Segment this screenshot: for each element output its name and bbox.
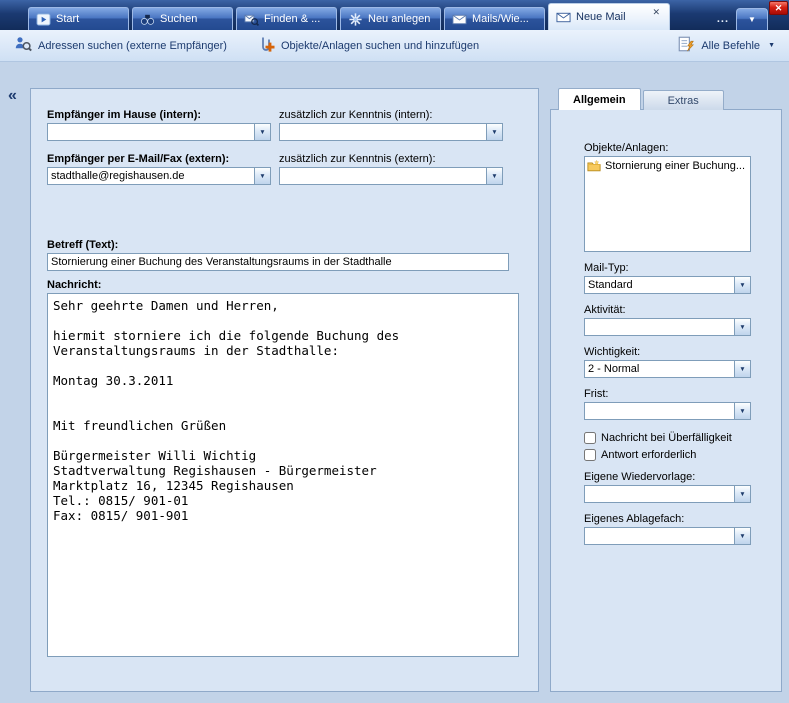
- overdue-checkbox-row[interactable]: Nachricht bei Überfälligkeit: [584, 432, 751, 444]
- dropdown-arrow-icon[interactable]: [734, 486, 750, 502]
- recipient-external-label: Empfänger per E-Mail/Fax (extern):: [47, 153, 271, 165]
- start-icon: [36, 12, 51, 27]
- followup-label: Eigene Wiedervorlage:: [584, 471, 751, 483]
- attachment-name: Stornierung einer Buchung...: [605, 160, 745, 172]
- cc-external-label: zusätzlich zur Kenntnis (extern):: [279, 153, 503, 165]
- side-tab-label: Extras: [668, 95, 699, 107]
- side-tab-bar: Allgemein Extras: [558, 88, 726, 110]
- command-toolbar: Adressen suchen (externe Empfänger) Obje…: [0, 30, 789, 62]
- tab-finden[interactable]: Finden & ...: [236, 7, 337, 30]
- filing-combobox[interactable]: [584, 527, 751, 545]
- followup-combobox[interactable]: [584, 485, 751, 503]
- attachment-add-icon: [257, 35, 275, 56]
- tab-list-dropdown-button[interactable]: [736, 8, 768, 30]
- attachments-listbox[interactable]: Stornierung einer Buchung...: [584, 156, 751, 252]
- search-addresses-button[interactable]: Adressen suchen (externe Empfänger): [14, 35, 227, 56]
- mail-options-panel: Objekte/Anlagen: Stornierung einer Buchu…: [550, 109, 782, 692]
- importance-label: Wichtigkeit:: [584, 346, 751, 358]
- dropdown-arrow-icon[interactable]: [734, 403, 750, 419]
- importance-combobox[interactable]: [584, 360, 751, 378]
- overdue-checkbox[interactable]: [584, 432, 596, 444]
- deadline-label: Frist:: [584, 388, 751, 400]
- message-textarea[interactable]: Sehr geehrte Damen und Herren, hiermit s…: [47, 293, 519, 657]
- tab-label: Neue Mail: [576, 11, 626, 23]
- commands-list-icon: [677, 35, 695, 56]
- side-tab-label: Allgemein: [573, 94, 626, 106]
- mail-form-panel: Empfänger im Hause (intern): zusätzlich …: [30, 88, 539, 692]
- dropdown-arrow-icon[interactable]: [734, 277, 750, 293]
- dropdown-arrow-icon[interactable]: [734, 361, 750, 377]
- dropdown-arrow-icon[interactable]: [254, 124, 270, 140]
- deadline-input[interactable]: [585, 403, 734, 419]
- message-label: Nachricht:: [47, 279, 522, 291]
- tab-close-icon[interactable]: [650, 7, 662, 18]
- tab-extras[interactable]: Extras: [643, 90, 724, 110]
- cc-internal-input[interactable]: [280, 124, 486, 140]
- binoculars-icon: [140, 12, 155, 27]
- mail-type-label: Mail-Typ:: [584, 262, 751, 274]
- new-mail-icon: [556, 10, 571, 25]
- recipient-internal-label: Empfänger im Hause (intern):: [47, 109, 271, 121]
- mail-icon: [452, 12, 467, 27]
- filing-label: Eigenes Ablagefach:: [584, 513, 751, 525]
- importance-input[interactable]: [585, 361, 734, 377]
- activity-combobox[interactable]: [584, 318, 751, 336]
- cc-external-combobox[interactable]: [279, 167, 503, 185]
- filing-input[interactable]: [585, 528, 734, 544]
- tab-label: Suchen: [160, 13, 197, 25]
- app-window: Start Suchen Finden & ... Neu anlegen Ma…: [0, 0, 789, 703]
- subject-input[interactable]: [47, 253, 509, 271]
- tab-label: Finden & ...: [264, 13, 320, 25]
- cc-internal-combobox[interactable]: [279, 123, 503, 141]
- attachment-list-item[interactable]: Stornierung einer Buchung...: [587, 159, 748, 173]
- tab-label: Start: [56, 13, 79, 25]
- collapse-panel-chevron-icon[interactable]: [8, 88, 17, 104]
- new-item-star-icon: [348, 12, 363, 27]
- cc-internal-label: zusätzlich zur Kenntnis (intern):: [279, 109, 503, 121]
- activity-label: Aktivität:: [584, 304, 751, 316]
- reply-required-checkbox[interactable]: [584, 449, 596, 461]
- mail-type-input[interactable]: [585, 277, 734, 293]
- tab-start[interactable]: Start: [28, 7, 129, 30]
- window-close-button[interactable]: [769, 1, 788, 15]
- followup-input[interactable]: [585, 486, 734, 502]
- recipient-external-input[interactable]: [48, 168, 254, 184]
- recipient-external-combobox[interactable]: [47, 167, 271, 185]
- folder-icon: [587, 159, 601, 173]
- find-document-icon: [244, 12, 259, 27]
- reply-required-checkbox-label: Antwort erforderlich: [601, 449, 696, 461]
- chevron-down-icon: [768, 42, 775, 49]
- all-commands-button[interactable]: Alle Befehle: [677, 35, 775, 56]
- person-search-icon: [14, 35, 32, 56]
- dropdown-arrow-icon[interactable]: [734, 528, 750, 544]
- subject-label: Betreff (Text):: [47, 239, 522, 251]
- dropdown-arrow-icon[interactable]: [486, 124, 502, 140]
- all-commands-label: Alle Befehle: [701, 40, 760, 52]
- tab-label: Neu anlegen: [368, 13, 430, 25]
- dropdown-arrow-icon[interactable]: [254, 168, 270, 184]
- dropdown-arrow-icon[interactable]: [734, 319, 750, 335]
- mail-type-combobox[interactable]: [584, 276, 751, 294]
- tab-suchen[interactable]: Suchen: [132, 7, 233, 30]
- tab-neue-mail[interactable]: Neue Mail: [548, 3, 670, 30]
- overdue-checkbox-label: Nachricht bei Überfälligkeit: [601, 432, 732, 444]
- tab-overflow-indicator[interactable]: ...: [717, 13, 729, 25]
- tab-mails-wiedervorlagen[interactable]: Mails/Wie...: [444, 7, 545, 30]
- reply-required-checkbox-row[interactable]: Antwort erforderlich: [584, 449, 751, 461]
- recipient-internal-input[interactable]: [48, 124, 254, 140]
- tab-neu-anlegen[interactable]: Neu anlegen: [340, 7, 441, 30]
- add-attachments-button[interactable]: Objekte/Anlagen suchen und hinzufügen: [257, 35, 479, 56]
- activity-input[interactable]: [585, 319, 734, 335]
- tab-allgemein[interactable]: Allgemein: [558, 88, 641, 110]
- deadline-combobox[interactable]: [584, 402, 751, 420]
- dropdown-arrow-icon[interactable]: [486, 168, 502, 184]
- recipient-internal-combobox[interactable]: [47, 123, 271, 141]
- tab-bar: Start Suchen Finden & ... Neu anlegen Ma…: [0, 0, 789, 30]
- tab-label: Mails/Wie...: [472, 13, 529, 25]
- toolbar-item-label: Adressen suchen (externe Empfänger): [38, 40, 227, 52]
- cc-external-input[interactable]: [280, 168, 486, 184]
- objects-label: Objekte/Anlagen:: [584, 142, 751, 154]
- toolbar-item-label: Objekte/Anlagen suchen und hinzufügen: [281, 40, 479, 52]
